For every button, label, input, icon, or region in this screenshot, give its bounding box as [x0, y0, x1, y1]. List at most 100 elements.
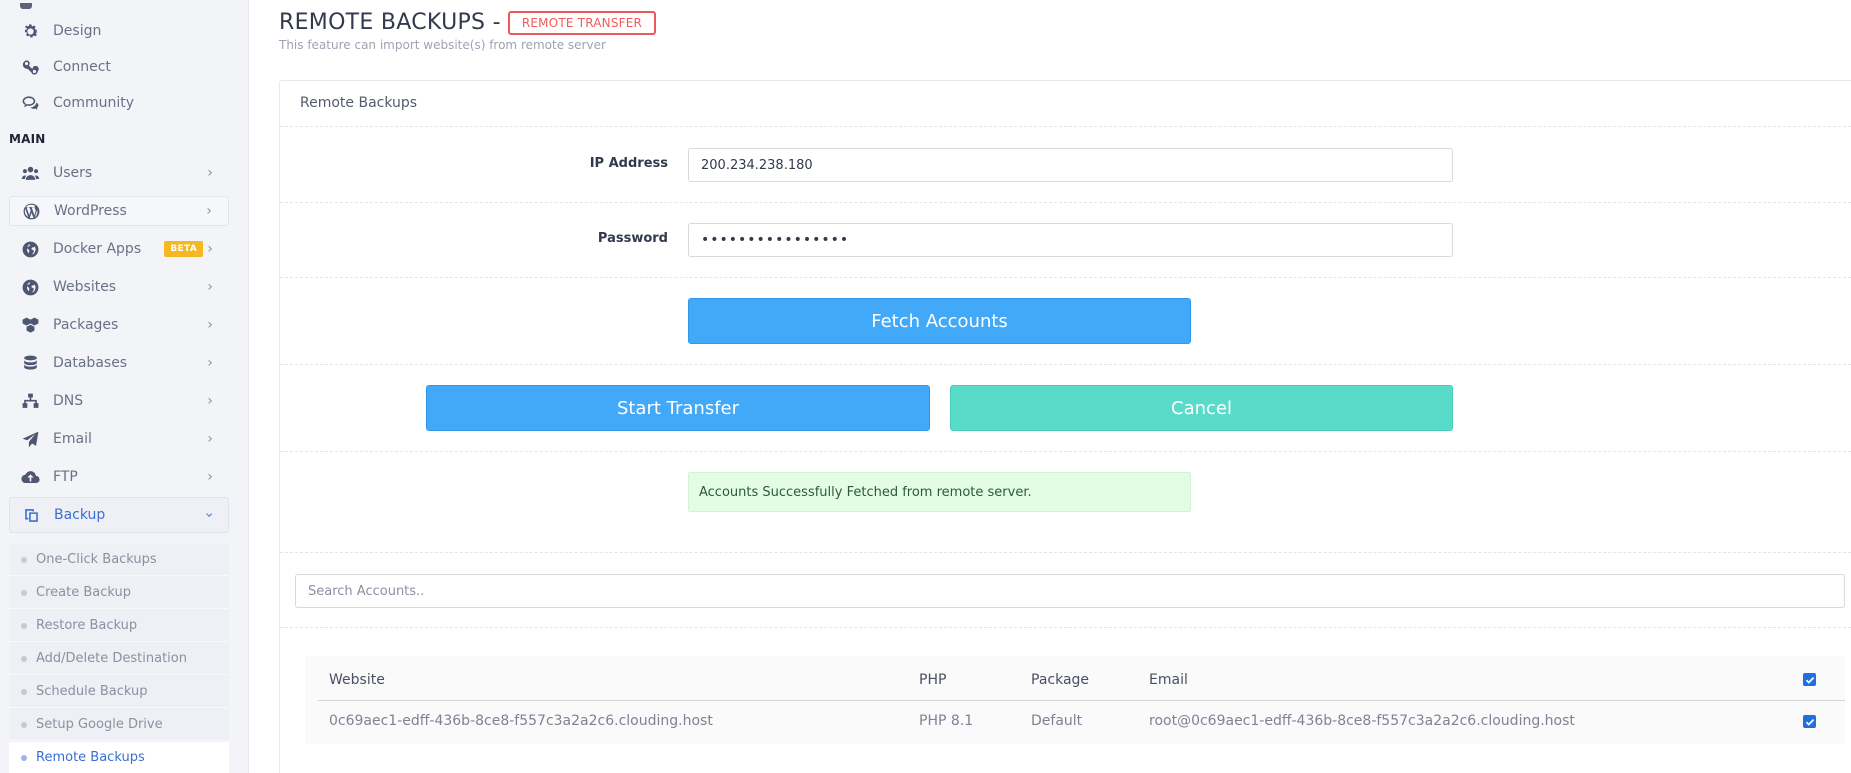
table-cell-website: 0c69aec1-edff-436b-8ce8-f557c3a2a2c6.clo…	[329, 713, 713, 729]
table-header-php: PHP	[919, 672, 947, 688]
backup-submenu: One-Click Backups Create Backup Restore …	[9, 544, 229, 773]
submenu-item-one-click-backups[interactable]: One-Click Backups	[9, 544, 229, 576]
submenu-item-remote-backups[interactable]: Remote Backups	[9, 742, 229, 773]
submenu-label: Add/Delete Destination	[36, 651, 187, 666]
sidebar-item-ftp[interactable]: FTP ›	[9, 462, 229, 492]
sidebar-item-label: WordPress	[54, 203, 127, 219]
sidebar-item-design[interactable]: Design	[9, 16, 229, 46]
chevron-right-icon: ›	[206, 203, 212, 219]
bullet-icon	[21, 754, 27, 761]
sidebar: Design Connect Community MAIN Users › Wo…	[0, 0, 249, 773]
submenu-label: Remote Backups	[36, 750, 145, 765]
table-header-website: Website	[329, 672, 385, 688]
submenu-label: Schedule Backup	[36, 684, 148, 699]
search-accounts-input[interactable]	[295, 574, 1845, 608]
sidebar-item-label: Design	[53, 23, 102, 39]
chevron-right-icon: ›	[207, 469, 213, 485]
sidebar-item-backup[interactable]: Backup ›	[9, 497, 229, 533]
bullet-icon	[21, 622, 27, 629]
select-all-checkbox[interactable]	[1803, 673, 1816, 686]
table-header-package: Package	[1031, 672, 1090, 688]
divider	[280, 552, 1851, 553]
beta-badge: BETA	[164, 241, 203, 257]
bullet-icon	[21, 688, 27, 695]
submenu-item-create-backup[interactable]: Create Backup	[9, 577, 229, 609]
sidebar-item-label: Community	[53, 95, 135, 111]
sidebar-item-users[interactable]: Users ›	[9, 158, 229, 188]
submenu-item-setup-google-drive[interactable]: Setup Google Drive	[9, 709, 229, 741]
sidebar-item-label: Backup	[54, 507, 106, 523]
wordpress-icon	[20, 200, 42, 222]
sidebar-item-databases[interactable]: Databases ›	[9, 348, 229, 378]
table-cell-email: root@0c69aec1-edff-436b-8ce8-f557c3a2a2c…	[1149, 713, 1575, 729]
table-cell-php: PHP 8.1	[919, 713, 974, 729]
sidebar-item-label: Email	[53, 431, 92, 447]
table-header-divider	[318, 700, 1845, 701]
divider	[280, 451, 1851, 452]
table-cell-package: Default	[1031, 713, 1083, 729]
sidebar-item-websites[interactable]: Websites ›	[9, 272, 229, 302]
submenu-item-restore-backup[interactable]: Restore Backup	[9, 610, 229, 642]
sidebar-item-label: DNS	[53, 393, 84, 409]
sidebar-item-wordpress[interactable]: WordPress ›	[9, 196, 229, 226]
sidebar-item-dns[interactable]: DNS ›	[9, 386, 229, 416]
sidebar-item-label: Docker Apps	[53, 241, 142, 257]
sitemap-icon	[19, 390, 41, 412]
section-heading-main: MAIN	[9, 132, 46, 146]
sidebar-item-label: Users	[53, 165, 93, 181]
sidebar-item-label: Connect	[53, 59, 111, 75]
divider	[280, 126, 1851, 127]
ip-address-label: IP Address	[589, 156, 668, 171]
globe-icon	[19, 238, 41, 260]
password-input[interactable]	[688, 223, 1453, 257]
success-alert: Accounts Successfully Fetched from remot…	[688, 472, 1191, 512]
chevron-right-icon: ›	[207, 279, 213, 295]
paper-plane-icon	[19, 428, 41, 450]
submenu-label: Create Backup	[36, 585, 131, 600]
page-title-text: REMOTE BACKUPS -	[279, 10, 501, 35]
ip-address-input[interactable]	[688, 148, 1453, 182]
check-icon	[1805, 718, 1814, 726]
sidebar-item-label: FTP	[53, 469, 78, 485]
globe-icon	[19, 276, 41, 298]
chevron-right-icon: ›	[207, 241, 213, 257]
sidebar-item-partial[interactable]	[20, 0, 220, 9]
divider	[280, 627, 1851, 628]
submenu-label: Restore Backup	[36, 618, 138, 633]
divider	[280, 202, 1851, 203]
bullet-icon	[21, 589, 27, 596]
chevron-right-icon: ›	[207, 431, 213, 447]
divider	[280, 277, 1851, 278]
divider	[280, 364, 1851, 365]
page-title: REMOTE BACKUPS - REMOTE TRANSFER	[279, 10, 657, 35]
sidebar-item-packages[interactable]: Packages ›	[9, 310, 229, 340]
check-icon	[1805, 676, 1814, 684]
submenu-item-add-delete-destination[interactable]: Add/Delete Destination	[9, 643, 229, 675]
cloud-upload-icon	[19, 466, 41, 488]
sidebar-item-connect[interactable]: Connect	[9, 52, 229, 82]
chevron-right-icon: ›	[207, 355, 213, 371]
start-transfer-button[interactable]: Start Transfer	[426, 385, 930, 431]
sidebar-item-community[interactable]: Community	[9, 88, 229, 118]
database-icon	[19, 352, 41, 374]
page-subtitle: This feature can import website(s) from …	[279, 38, 606, 52]
chat-icon	[19, 92, 41, 114]
chevron-down-icon: ›	[201, 512, 217, 518]
sidebar-item-label: Packages	[53, 317, 119, 333]
password-label: Password	[597, 231, 668, 246]
submenu-label: Setup Google Drive	[36, 717, 163, 732]
remote-transfer-badge: REMOTE TRANSFER	[507, 10, 657, 35]
sidebar-item-email[interactable]: Email ›	[9, 424, 229, 454]
panel-title: Remote Backups	[300, 95, 418, 111]
sidebar-item-label: Websites	[53, 279, 117, 295]
cancel-button[interactable]: Cancel	[950, 385, 1453, 431]
table-header-email: Email	[1149, 672, 1188, 688]
submenu-item-schedule-backup[interactable]: Schedule Backup	[9, 676, 229, 708]
gear-icon	[19, 20, 41, 42]
row-checkbox[interactable]	[1803, 715, 1816, 728]
fetch-accounts-button[interactable]: Fetch Accounts	[688, 298, 1191, 344]
sidebar-item-docker-apps[interactable]: Docker Apps BETA ›	[9, 234, 229, 264]
users-icon	[19, 162, 41, 184]
bullet-icon	[21, 556, 27, 563]
submenu-label: One-Click Backups	[36, 552, 157, 567]
